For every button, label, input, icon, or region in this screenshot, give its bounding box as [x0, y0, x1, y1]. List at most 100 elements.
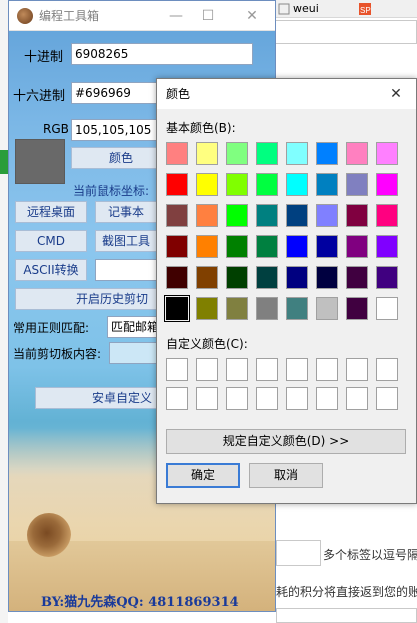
custom-color-swatch-0[interactable] — [166, 358, 188, 381]
custom-color-swatch-10[interactable] — [226, 387, 248, 410]
basic-color-swatch-24[interactable] — [166, 235, 188, 258]
ok-button[interactable]: 确定 — [166, 463, 240, 488]
tags-hint: 多个标签以逗号隔 — [323, 548, 417, 562]
basic-color-swatch-9[interactable] — [196, 173, 218, 196]
custom-color-swatch-1[interactable] — [196, 358, 218, 381]
browser-tab-sp[interactable]: SP — [356, 0, 417, 18]
basic-color-swatch-31[interactable] — [376, 235, 398, 258]
close-button[interactable]: ✕ — [237, 1, 267, 31]
tags-input[interactable] — [276, 540, 321, 566]
basic-color-swatch-29[interactable] — [316, 235, 338, 258]
custom-color-swatch-13[interactable] — [316, 387, 338, 410]
basic-color-swatch-5[interactable] — [316, 142, 338, 165]
basic-color-swatch-45[interactable] — [316, 297, 338, 320]
basic-color-swatch-21[interactable] — [316, 204, 338, 227]
basic-color-swatch-39[interactable] — [376, 266, 398, 289]
regex-label: 常用正则匹配: — [13, 321, 90, 335]
basic-color-swatch-2[interactable] — [226, 142, 248, 165]
remote-desktop-button[interactable]: 远程桌面 — [15, 201, 87, 223]
basic-color-swatch-7[interactable] — [376, 142, 398, 165]
window-title: 编程工具箱 — [39, 9, 100, 23]
custom-color-swatch-6[interactable] — [346, 358, 368, 381]
basic-colors-label: 基本颜色(B): — [166, 121, 236, 135]
basic-color-swatch-12[interactable] — [286, 173, 308, 196]
basic-color-swatch-26[interactable] — [226, 235, 248, 258]
custom-color-swatch-8[interactable] — [166, 387, 188, 410]
basic-color-swatch-32[interactable] — [166, 266, 188, 289]
basic-color-swatch-42[interactable] — [226, 297, 248, 320]
custom-color-swatch-9[interactable] — [196, 387, 218, 410]
custom-color-swatch-11[interactable] — [256, 387, 278, 410]
basic-color-swatch-19[interactable] — [256, 204, 278, 227]
basic-color-swatch-34[interactable] — [226, 266, 248, 289]
basic-color-swatch-14[interactable] — [346, 173, 368, 196]
author-footer: BY:猫九先森QQ: 4811869314 — [41, 595, 239, 610]
ascii-input[interactable] — [95, 259, 157, 281]
basic-color-swatch-30[interactable] — [346, 235, 368, 258]
browser-tab-label: weui — [293, 2, 319, 15]
bottom-input[interactable] — [276, 608, 417, 623]
left-edge-strip — [0, 0, 8, 623]
basic-color-swatch-36[interactable] — [286, 266, 308, 289]
custom-color-swatch-3[interactable] — [256, 358, 278, 381]
color-dialog: 颜色 ✕ 基本颜色(B): 自定义颜色(C): 规定自定义颜色(D) >> 确定… — [156, 78, 417, 504]
decimal-field[interactable]: 6908265 — [71, 43, 253, 65]
basic-color-swatch-17[interactable] — [196, 204, 218, 227]
app-icon — [17, 8, 33, 24]
basic-color-swatch-4[interactable] — [286, 142, 308, 165]
basic-color-swatch-46[interactable] — [346, 297, 368, 320]
history-clipboard-button[interactable]: 开启历史剪切 — [15, 288, 157, 310]
basic-color-swatch-10[interactable] — [226, 173, 248, 196]
basic-color-swatch-43[interactable] — [256, 297, 278, 320]
custom-color-swatch-4[interactable] — [286, 358, 308, 381]
basic-color-swatch-38[interactable] — [346, 266, 368, 289]
basic-color-swatch-22[interactable] — [346, 204, 368, 227]
define-custom-colors-button[interactable]: 规定自定义颜色(D) >> — [166, 429, 406, 454]
background-input[interactable] — [268, 20, 417, 44]
basic-color-swatch-15[interactable] — [376, 173, 398, 196]
cancel-button[interactable]: 取消 — [249, 463, 323, 488]
clipboard-label: 当前剪切板内容: — [13, 347, 102, 361]
custom-color-swatch-14[interactable] — [346, 387, 368, 410]
ascii-convert-button[interactable]: ASCII转换 — [15, 259, 87, 281]
basic-color-swatch-1[interactable] — [196, 142, 218, 165]
basic-color-swatch-0[interactable] — [166, 142, 188, 165]
custom-colors-label: 自定义颜色(C): — [166, 337, 248, 351]
basic-color-swatch-16[interactable] — [166, 204, 188, 227]
custom-color-swatch-7[interactable] — [376, 358, 398, 381]
android-custom-button[interactable]: 安卓自定义 — [35, 387, 165, 409]
basic-color-swatch-20[interactable] — [286, 204, 308, 227]
custom-color-swatch-2[interactable] — [226, 358, 248, 381]
basic-color-swatch-27[interactable] — [256, 235, 278, 258]
notepad-button[interactable]: 记事本 — [95, 201, 157, 223]
basic-color-swatch-25[interactable] — [196, 235, 218, 258]
custom-color-swatch-15[interactable] — [376, 387, 398, 410]
maximize-button[interactable]: ☐ — [193, 1, 223, 31]
browser-tab-weui[interactable]: weui — [275, 0, 353, 18]
basic-color-swatch-41[interactable] — [196, 297, 218, 320]
green-edge-block — [0, 150, 8, 174]
basic-color-swatch-33[interactable] — [196, 266, 218, 289]
basic-color-swatch-18[interactable] — [226, 204, 248, 227]
custom-color-swatch-12[interactable] — [286, 387, 308, 410]
dialog-close-button[interactable]: ✕ — [382, 79, 410, 109]
dialog-titlebar: 颜色 ✕ — [157, 79, 416, 109]
basic-color-swatch-40[interactable] — [164, 295, 190, 322]
basic-color-swatch-44[interactable] — [286, 297, 308, 320]
cmd-button[interactable]: CMD — [15, 230, 87, 252]
basic-color-swatch-28[interactable] — [286, 235, 308, 258]
mouse-coord-label: 当前鼠标坐标: — [73, 184, 150, 198]
basic-color-swatch-6[interactable] — [346, 142, 368, 165]
custom-color-swatch-5[interactable] — [316, 358, 338, 381]
basic-color-swatch-37[interactable] — [316, 266, 338, 289]
basic-color-swatch-8[interactable] — [166, 173, 188, 196]
basic-color-swatch-47[interactable] — [376, 297, 398, 320]
basic-color-swatch-13[interactable] — [316, 173, 338, 196]
minimize-button[interactable]: — — [161, 1, 191, 31]
basic-color-swatch-3[interactable] — [256, 142, 278, 165]
color-preview-swatch — [15, 139, 65, 184]
basic-color-swatch-11[interactable] — [256, 173, 278, 196]
basic-color-swatch-35[interactable] — [256, 266, 278, 289]
screenshot-tool-button[interactable]: 截图工具 — [95, 230, 157, 252]
basic-color-swatch-23[interactable] — [376, 204, 398, 227]
